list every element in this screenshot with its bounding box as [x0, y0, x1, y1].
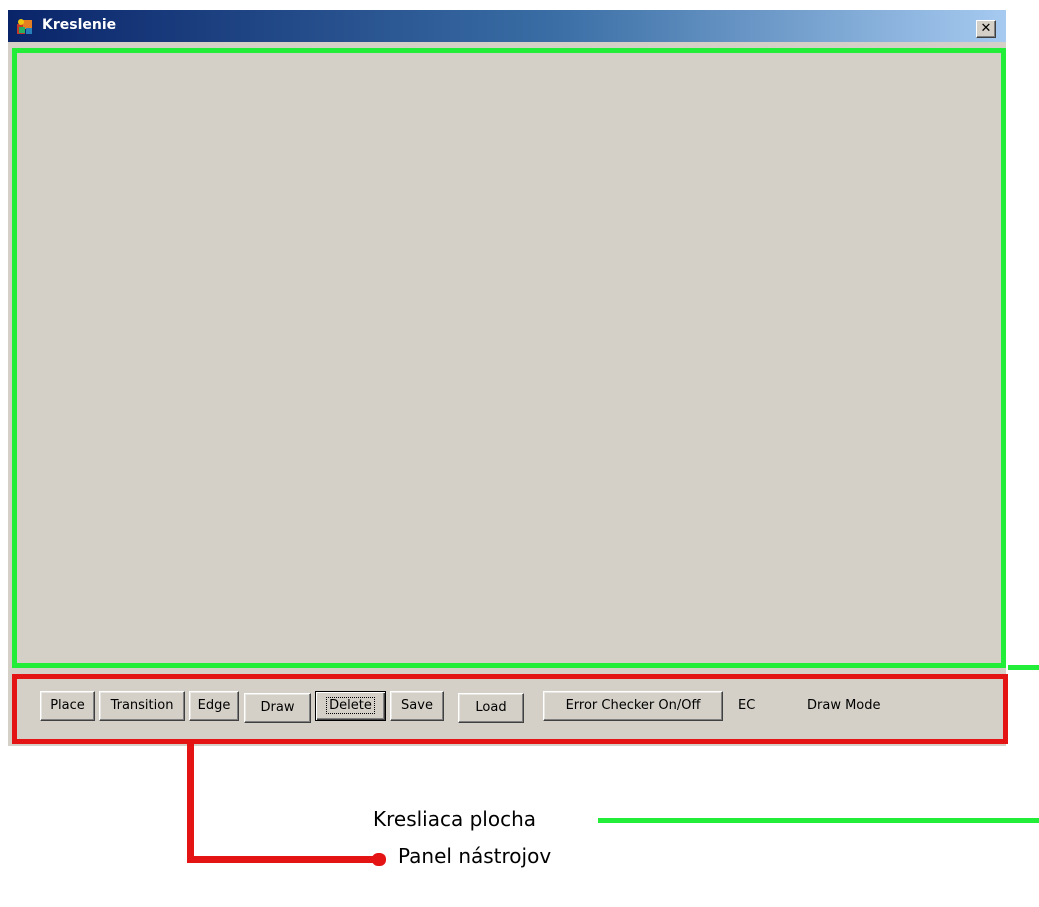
drawing-area-annotation-label: Kresliaca plocha — [373, 807, 537, 831]
draw-button[interactable]: Draw — [244, 693, 311, 723]
draw-mode-label: Draw Mode — [807, 698, 881, 713]
drawing-area-pointer-line — [1008, 665, 1039, 670]
close-icon: ✕ — [980, 21, 992, 36]
screenshot-stage: Kreslenie ✕ Place Transition Edge Draw D… — [0, 0, 1039, 907]
load-button[interactable]: Load — [458, 693, 524, 723]
close-button[interactable]: ✕ — [976, 20, 996, 38]
window-title: Kreslenie — [42, 17, 117, 33]
save-button[interactable]: Save — [390, 691, 444, 721]
ec-status-label: EC — [738, 698, 756, 713]
title-bar[interactable]: Kreslenie ✕ — [8, 10, 1006, 42]
app-icon — [17, 19, 32, 34]
drawing-canvas[interactable] — [12, 48, 1006, 668]
delete-button-label: Delete — [326, 697, 375, 714]
edge-button[interactable]: Edge — [189, 691, 239, 721]
transition-button[interactable]: Transition — [99, 691, 185, 721]
toolbar-annotation-label: Panel nástrojov — [398, 844, 552, 868]
toolbar-panel: Place Transition Edge Draw Delete Save L… — [12, 674, 1008, 744]
place-button[interactable]: Place — [40, 691, 95, 721]
drawing-area-annotation-line — [598, 818, 1039, 823]
error-checker-toggle-button[interactable]: Error Checker On/Off — [543, 691, 723, 721]
toolbar-annotation-line-end — [372, 853, 386, 866]
toolbar-annotation-line-vertical — [187, 744, 194, 862]
toolbar-annotation-line-horizontal — [187, 856, 377, 863]
delete-button[interactable]: Delete — [315, 691, 386, 721]
